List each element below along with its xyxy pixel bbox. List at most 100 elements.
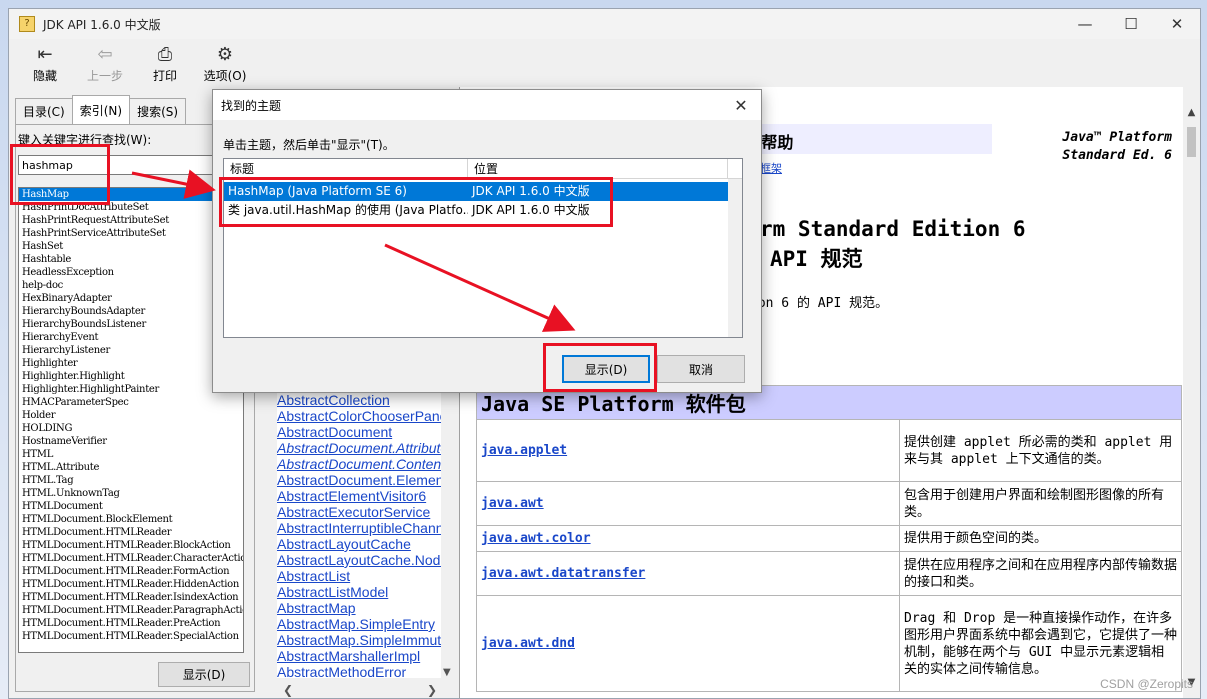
topics-list-vscroll[interactable] — [728, 179, 742, 337]
index-show-button[interactable]: 显示(D) — [158, 662, 250, 687]
index-item[interactable]: HTMLDocument.HTMLReader.ParagraphAction — [19, 604, 243, 617]
maximize-button[interactable]: ☐ — [1108, 9, 1154, 39]
annotation-box-input — [10, 144, 110, 205]
scroll-right-icon: ❯ — [426, 683, 437, 697]
back-icon: ⇦ — [97, 44, 113, 65]
package-link[interactable]: java.awt.datatransfer — [476, 551, 900, 596]
back-label: 上一步 — [86, 69, 123, 83]
index-item[interactable]: HTML.Tag — [19, 474, 243, 487]
hide-icon: ⇤ — [37, 44, 53, 65]
options-icon: ⚙ — [216, 44, 234, 65]
index-item[interactable]: HTMLDocument.HTMLReader.BlockAction — [19, 539, 243, 552]
class-link[interactable]: AbstractMap.SimpleEntry — [277, 616, 443, 632]
class-link[interactable]: AbstractMap — [277, 600, 443, 616]
options-label: 选项(O) — [203, 69, 247, 83]
content-vscroll[interactable]: ▲ ▼ — [1183, 87, 1200, 698]
class-link[interactable]: AbstractDocument.AttributeContext — [277, 440, 443, 456]
index-item[interactable]: HierarchyBoundsAdapter — [19, 305, 243, 318]
class-link[interactable]: AbstractCollection — [277, 392, 443, 408]
options-button[interactable]: ⚙ 选项(O) — [199, 43, 251, 87]
class-link[interactable]: AbstractMap.SimpleImmutableEntry — [277, 632, 443, 648]
index-item[interactable]: HTMLDocument.HTMLReader.IsindexAction — [19, 591, 243, 604]
index-item[interactable]: HTMLDocument.HTMLReader.HiddenAction — [19, 578, 243, 591]
hide-button[interactable]: ⇤ 隐藏 — [19, 43, 71, 87]
column-title[interactable]: 标题 — [224, 159, 468, 178]
window-title: JDK API 1.6.0 中文版 — [43, 17, 161, 32]
class-link[interactable]: AbstractListModel — [277, 584, 443, 600]
package-link[interactable]: java.awt — [476, 481, 900, 526]
class-link[interactable]: AbstractExecutorService — [277, 504, 443, 520]
index-item[interactable]: HierarchyBoundsListener — [19, 318, 243, 331]
app-help-icon: ? — [19, 16, 35, 32]
package-link[interactable]: java.applet — [476, 419, 900, 482]
class-link[interactable]: AbstractList — [277, 568, 443, 584]
index-item[interactable]: Highlighter.Highlight — [19, 370, 243, 383]
index-item[interactable]: HeadlessException — [19, 266, 243, 279]
annotation-box-show — [543, 343, 657, 392]
print-button[interactable]: ⎙ 打印 — [139, 43, 191, 87]
intro-text: ion 6 的 API 规范。 — [750, 296, 889, 311]
index-item[interactable]: HTMLDocument.HTMLReader.CharacterAction — [19, 552, 243, 565]
index-item[interactable]: HashSet — [19, 240, 243, 253]
package-description: 包含用于创建用户界面和绘制图形图像的所有类。 — [899, 481, 1182, 526]
class-link[interactable]: AbstractInterruptibleChannel — [277, 520, 443, 536]
scroll-down-icon: ▼ — [443, 667, 451, 678]
index-item[interactable]: HierarchyEvent — [19, 331, 243, 344]
dialog-close-button[interactable]: ✕ — [721, 96, 761, 115]
index-item[interactable]: HTMLDocument.HTMLReader.FormAction — [19, 565, 243, 578]
dialog-title: 找到的主题 — [221, 98, 282, 113]
index-item[interactable]: HTMLDocument — [19, 500, 243, 513]
class-link[interactable]: AbstractDocument — [277, 424, 443, 440]
index-item[interactable]: HTML.Attribute — [19, 461, 243, 474]
class-link[interactable]: AbstractDocument.Content — [277, 456, 443, 472]
class-list[interactable]: AbstractCollection AbstractColorChooserPa… — [277, 392, 443, 678]
index-item[interactable]: HMACParameterSpec — [19, 396, 243, 409]
platform-label: Java™ Platform Standard Ed. 6 — [1062, 129, 1172, 165]
help-link[interactable]: 帮助 — [761, 133, 793, 152]
index-item[interactable]: Hashtable — [19, 253, 243, 266]
class-link[interactable]: AbstractMethodError — [277, 664, 443, 678]
index-item[interactable]: Holder — [19, 409, 243, 422]
index-item[interactable]: HostnameVerifier — [19, 435, 243, 448]
class-link[interactable]: AbstractLayoutCache.NodeDimensions — [277, 552, 443, 568]
index-item[interactable]: Highlighter — [19, 357, 243, 370]
tab-index[interactable]: 索引(N) — [71, 95, 131, 124]
dialog-cancel-button[interactable]: 取消 — [657, 355, 745, 383]
index-item[interactable]: HTMLDocument.HTMLReader.SpecialAction — [19, 630, 243, 643]
package-description: 提供创建 applet 所必需的类和 applet 用来与其 applet 上下… — [899, 419, 1182, 482]
class-link[interactable]: AbstractLayoutCache — [277, 536, 443, 552]
scroll-left-icon: ❮ — [283, 683, 294, 697]
index-item[interactable]: HashPrintRequestAttributeSet — [19, 214, 243, 227]
hide-label: 隐藏 — [32, 69, 57, 83]
tab-contents[interactable]: 目录(C) — [15, 98, 73, 124]
index-item[interactable]: Highlighter.HighlightPainter — [19, 383, 243, 396]
back-button[interactable]: ⇦ 上一步 — [79, 43, 131, 87]
index-item[interactable]: HTMLDocument.BlockElement — [19, 513, 243, 526]
package-link[interactable]: java.awt.color — [476, 525, 900, 552]
column-location[interactable]: 位置 — [468, 159, 728, 178]
index-item[interactable]: HOLDING — [19, 422, 243, 435]
minimize-button[interactable]: — — [1062, 9, 1108, 39]
class-list-hscroll[interactable]: ❮ ❯ — [277, 683, 443, 697]
package-link[interactable]: java.awt.dnd — [476, 595, 900, 692]
class-link[interactable]: AbstractMarshallerImpl — [277, 648, 443, 664]
index-item[interactable]: HTML.UnknownTag — [19, 487, 243, 500]
index-item[interactable]: HierarchyListener — [19, 344, 243, 357]
class-link[interactable]: AbstractElementVisitor6 — [277, 488, 443, 504]
table-row: java.applet 提供创建 applet 所必需的类和 applet 用来… — [476, 419, 1182, 482]
index-item[interactable]: HTML — [19, 448, 243, 461]
class-link[interactable]: AbstractDocument.ElementEdit — [277, 472, 443, 488]
index-item[interactable]: help-doc — [19, 279, 243, 292]
close-button[interactable]: ✕ — [1154, 9, 1200, 39]
topics-list-header: 标题 位置 — [224, 159, 742, 179]
class-link[interactable]: AbstractColorChooserPanel — [277, 408, 443, 424]
tab-search[interactable]: 搜索(S) — [129, 98, 187, 124]
index-item[interactable]: HTMLDocument.HTMLReader — [19, 526, 243, 539]
class-list-vscroll[interactable]: ▼ — [441, 392, 455, 678]
index-item[interactable]: HexBinaryAdapter — [19, 292, 243, 305]
frames-link[interactable]: 框架 — [760, 160, 782, 176]
index-item[interactable]: HashPrintServiceAttributeSet — [19, 227, 243, 240]
index-item[interactable]: HTMLDocument.HTMLReader.PreAction — [19, 617, 243, 630]
scroll-thumb[interactable] — [1187, 127, 1196, 157]
index-list[interactable]: HashMap HashPrintDocAttributeSet HashPrint… — [18, 187, 244, 653]
